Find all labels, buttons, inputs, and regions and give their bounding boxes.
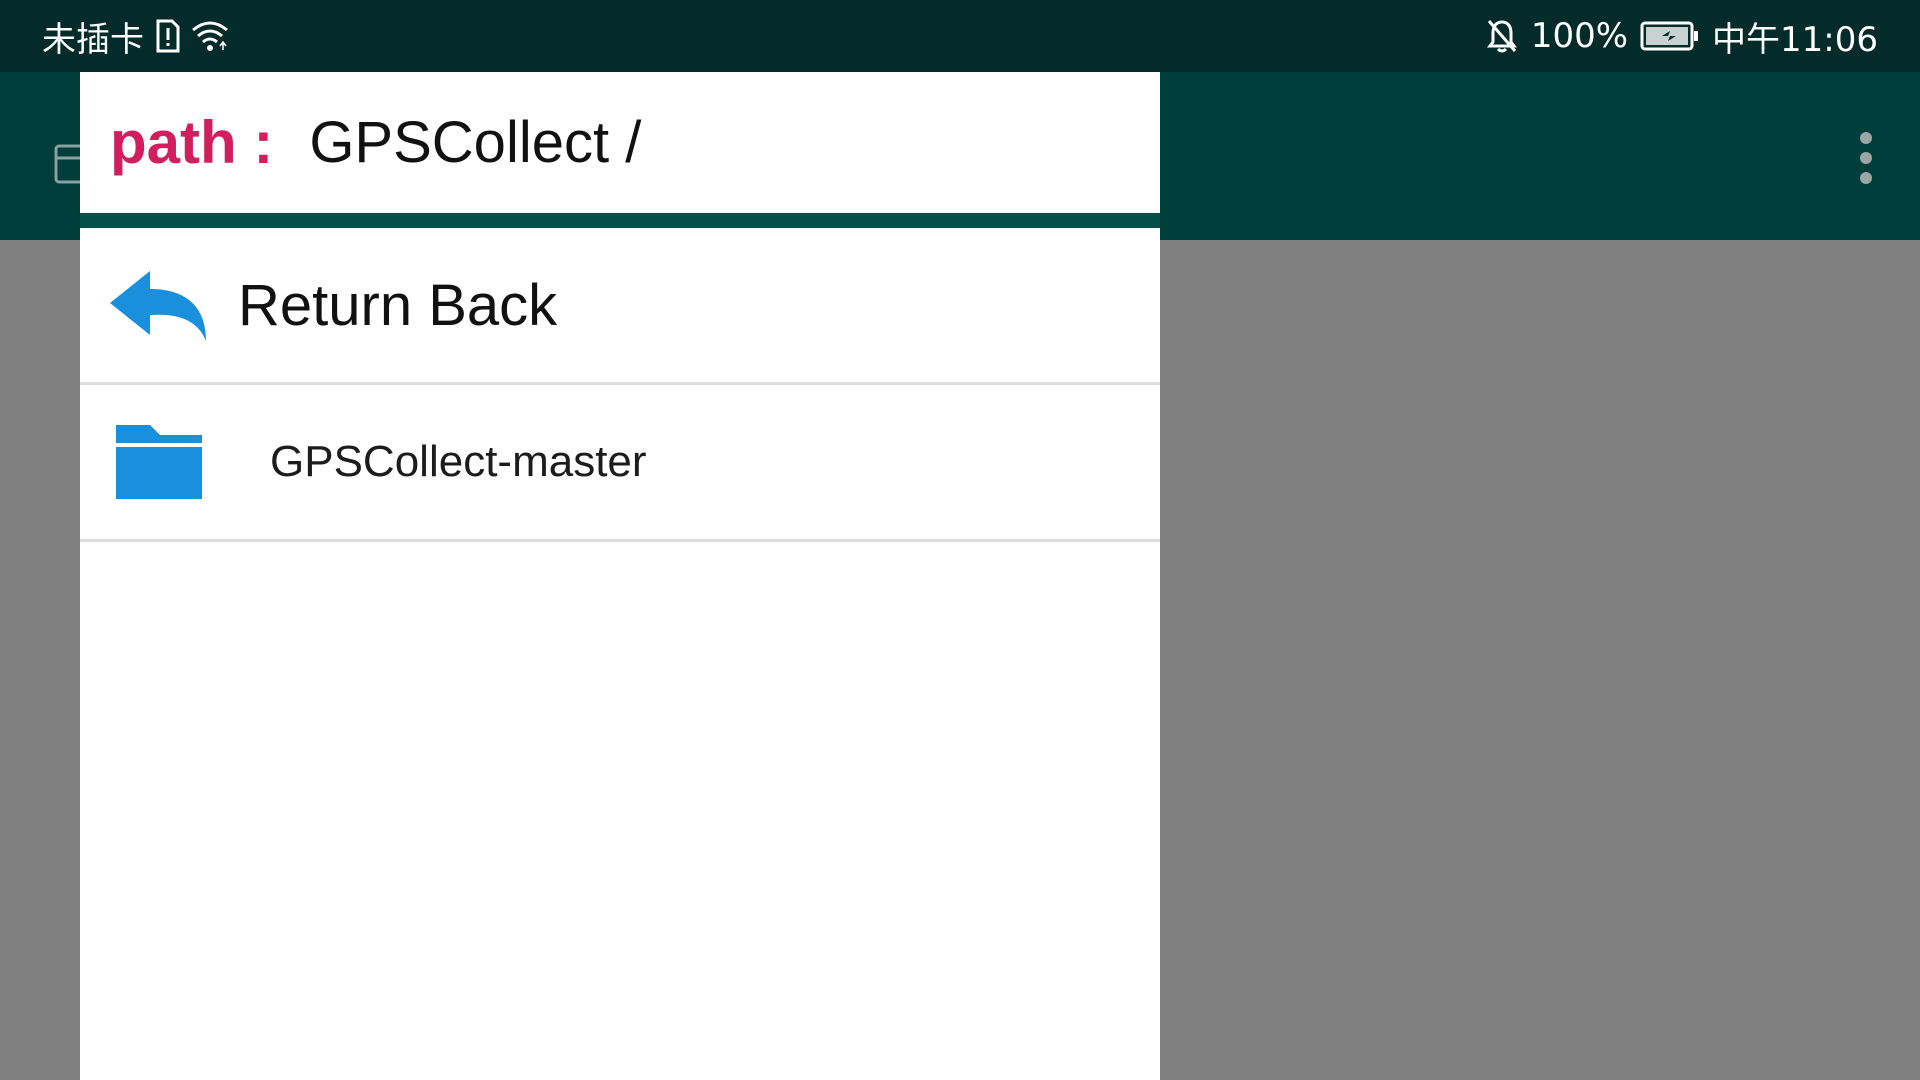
- battery-charging-icon: [1640, 20, 1700, 52]
- path-value: GPSCollect /: [309, 110, 642, 175]
- folder-icon: [116, 425, 202, 499]
- file-chooser-dialog: path : GPSCollect / Return Back GPSColle…: [80, 72, 1160, 1080]
- folder-label: GPSCollect-master: [270, 437, 647, 486]
- path-divider: [80, 213, 1160, 228]
- battery-percent: 100%: [1530, 16, 1629, 56]
- overflow-dot: [1860, 172, 1872, 184]
- overflow-menu-icon[interactable]: [1842, 122, 1890, 194]
- overflow-dot: [1860, 152, 1872, 164]
- status-bar: 未插卡 100% 中午11:06: [0, 0, 1920, 72]
- overflow-dot: [1860, 132, 1872, 144]
- folder-item[interactable]: GPSCollect-master: [80, 385, 1160, 542]
- path-label: path :: [110, 109, 274, 176]
- return-back-item[interactable]: Return Back: [80, 228, 1160, 385]
- status-bar-left: 未插卡: [42, 0, 230, 72]
- clock-text: 中午11:06: [1712, 19, 1878, 60]
- file-list: Return Back GPSCollect-master: [80, 228, 1160, 542]
- return-arrow-icon: [110, 269, 208, 341]
- carrier-text: 未插卡: [42, 19, 144, 60]
- wifi-icon: [190, 18, 230, 54]
- path-header: path : GPSCollect /: [80, 72, 1160, 213]
- status-bar-right: 100% 中午11:06: [1485, 0, 1878, 72]
- bell-off-icon: [1485, 18, 1519, 54]
- return-back-label: Return Back: [238, 272, 558, 338]
- sim-alert-icon: [154, 19, 180, 53]
